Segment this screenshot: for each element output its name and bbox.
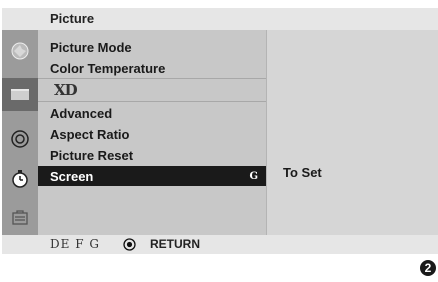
menu-item-label: Advanced bbox=[50, 106, 113, 121]
menu-item-color-temperature[interactable]: Color Temperature bbox=[38, 58, 266, 78]
menu-item-screen[interactable]: Screen G bbox=[38, 166, 266, 186]
time-icon[interactable] bbox=[2, 162, 38, 195]
menu-item-xd[interactable]: XD bbox=[38, 80, 266, 100]
return-label[interactable]: RETURN bbox=[150, 237, 200, 251]
category-icon-column bbox=[2, 30, 38, 235]
footer-bar: DE F G RETURN bbox=[2, 235, 438, 254]
tv-osd-menu: Picture Picture Mode Color Temperature X… bbox=[2, 8, 438, 254]
submenu-panel: To Set bbox=[266, 30, 438, 235]
nav-arrow-keys: DE F G bbox=[50, 237, 100, 251]
menu-title: Picture bbox=[50, 11, 95, 26]
menu-item-advanced[interactable]: Advanced bbox=[38, 103, 266, 123]
menu-item-label: Picture Mode bbox=[50, 40, 132, 55]
sound-icon[interactable] bbox=[2, 78, 38, 111]
menu-item-aspect-ratio[interactable]: Aspect Ratio bbox=[38, 124, 266, 144]
menu-item-label: Aspect Ratio bbox=[50, 127, 130, 142]
menu-item-label: Picture Reset bbox=[50, 148, 134, 163]
right-arrow-icon: G bbox=[249, 171, 258, 182]
picture-icon[interactable] bbox=[2, 34, 38, 67]
divider bbox=[38, 101, 266, 102]
divider bbox=[38, 78, 266, 79]
menu-list: Picture Mode Color Temperature XD Advanc… bbox=[38, 30, 266, 235]
xd-logo: XD bbox=[54, 81, 78, 99]
option-icon[interactable] bbox=[2, 122, 38, 155]
menu-item-picture-mode[interactable]: Picture Mode bbox=[38, 37, 266, 57]
ok-button-icon bbox=[123, 238, 136, 256]
step-number-badge: 2 bbox=[420, 260, 436, 276]
lock-icon[interactable] bbox=[2, 200, 38, 233]
menu-item-picture-reset[interactable]: Picture Reset bbox=[38, 145, 266, 165]
menu-item-label: Color Temperature bbox=[50, 61, 166, 76]
menu-item-label: Screen bbox=[50, 169, 94, 184]
title-bar: Picture bbox=[2, 8, 438, 30]
submenu-hint: To Set bbox=[283, 165, 322, 180]
